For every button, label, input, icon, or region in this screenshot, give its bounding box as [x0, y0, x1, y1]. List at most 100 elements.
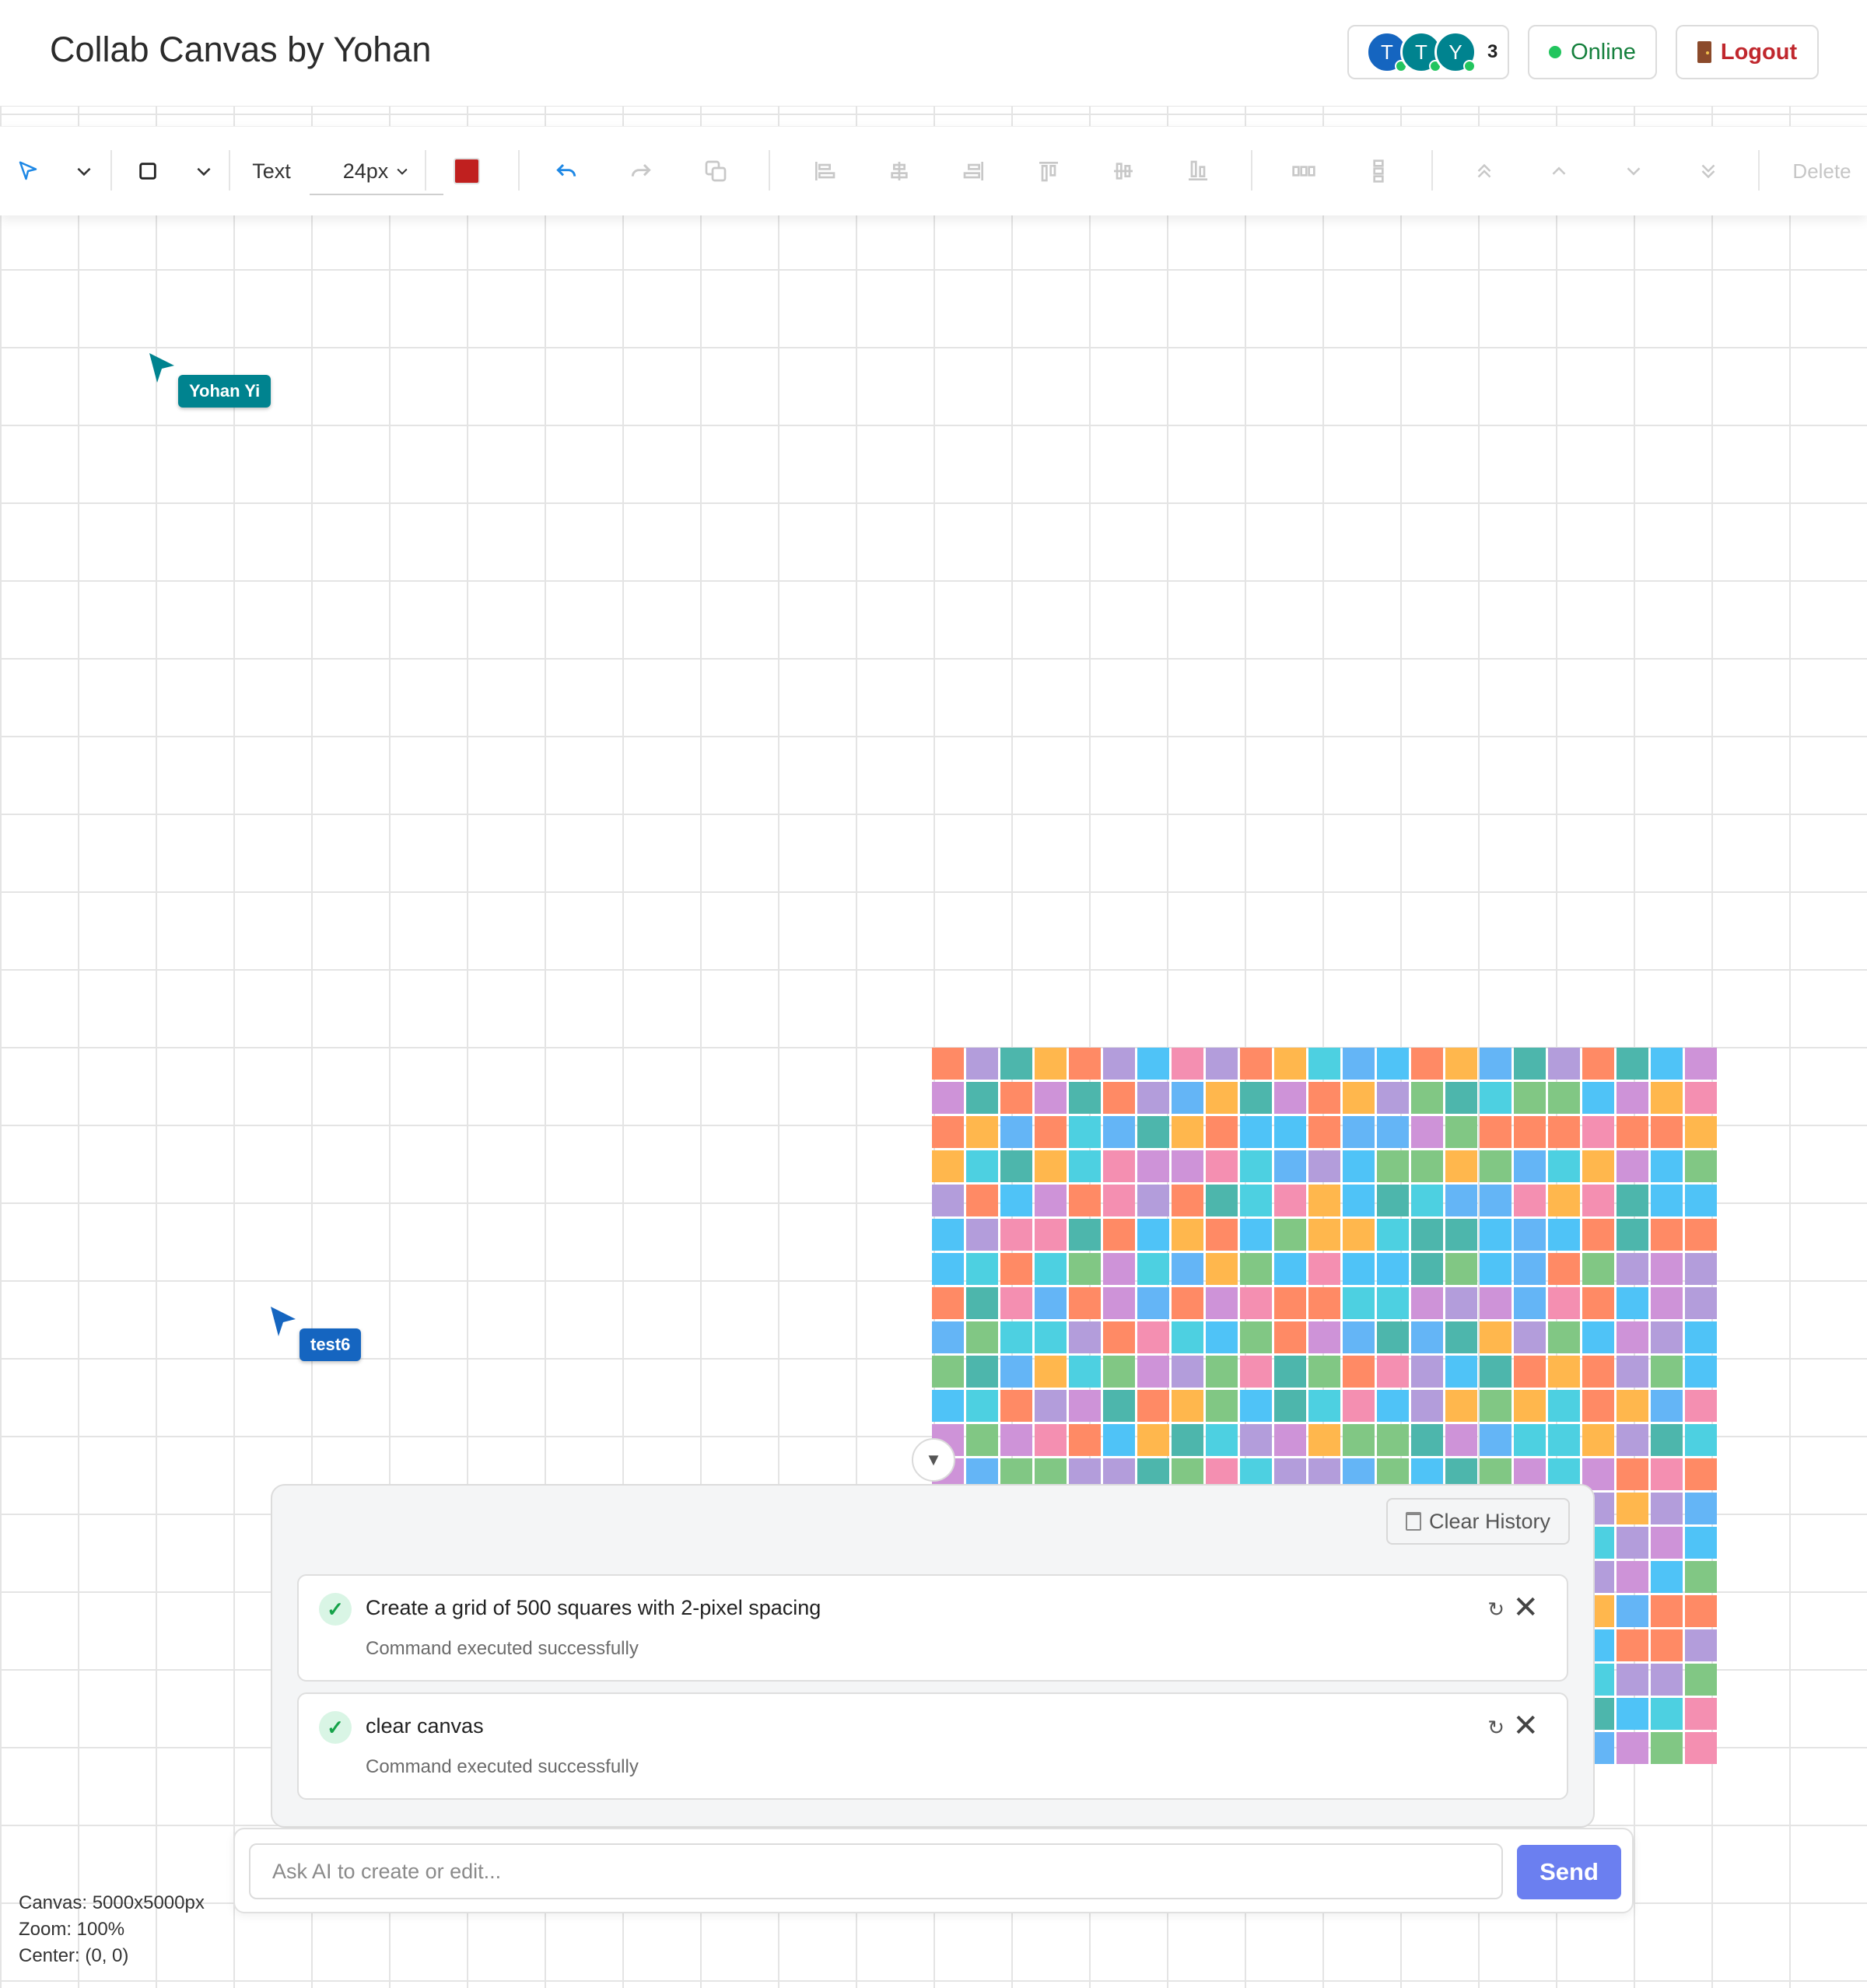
grid-square[interactable] [1514, 1185, 1546, 1216]
grid-square[interactable] [1274, 1150, 1306, 1182]
bring-to-front-button[interactable] [1467, 150, 1501, 192]
grid-square[interactable] [1240, 1287, 1272, 1319]
grid-square[interactable] [1411, 1356, 1443, 1388]
grid-square[interactable] [1514, 1356, 1546, 1388]
grid-square[interactable] [1172, 1048, 1203, 1080]
grid-square[interactable] [1480, 1424, 1511, 1456]
grid-square[interactable] [1343, 1048, 1375, 1080]
grid-square[interactable] [1137, 1356, 1169, 1388]
grid-square[interactable] [1000, 1287, 1032, 1319]
grid-square[interactable] [1343, 1356, 1375, 1388]
grid-square[interactable] [1103, 1150, 1135, 1182]
grid-square[interactable] [1582, 1116, 1614, 1148]
grid-square[interactable] [1651, 1219, 1683, 1251]
grid-square[interactable] [1582, 1321, 1614, 1353]
grid-square[interactable] [1069, 1321, 1101, 1353]
grid-square[interactable] [1035, 1356, 1067, 1388]
grid-square[interactable] [1514, 1424, 1546, 1456]
grid-square[interactable] [1000, 1082, 1032, 1114]
grid-square[interactable] [1480, 1253, 1511, 1285]
grid-square[interactable] [1308, 1219, 1340, 1251]
grid-square[interactable] [1343, 1390, 1375, 1422]
grid-square[interactable] [1651, 1356, 1683, 1388]
grid-square[interactable] [1617, 1287, 1648, 1319]
grid-square[interactable] [1651, 1732, 1683, 1764]
grid-square[interactable] [1617, 1150, 1648, 1182]
grid-square[interactable] [1617, 1116, 1648, 1148]
grid-square[interactable] [1685, 1390, 1717, 1422]
shape-tool-dropdown[interactable] [188, 150, 219, 192]
grid-square[interactable] [1137, 1048, 1169, 1080]
align-top-button[interactable] [1032, 150, 1066, 192]
grid-square[interactable] [1069, 1219, 1101, 1251]
grid-square[interactable] [1685, 1150, 1717, 1182]
grid-square[interactable] [1240, 1219, 1272, 1251]
grid-square[interactable] [1651, 1185, 1683, 1216]
grid-square[interactable] [1274, 1356, 1306, 1388]
grid-square[interactable] [1172, 1253, 1203, 1285]
grid-square[interactable] [1103, 1219, 1135, 1251]
grid-square[interactable] [1651, 1561, 1683, 1593]
grid-square[interactable] [1035, 1048, 1067, 1080]
grid-square[interactable] [966, 1390, 998, 1422]
grid-square[interactable] [1617, 1458, 1648, 1490]
grid-square[interactable] [1035, 1321, 1067, 1353]
grid-square[interactable] [1377, 1219, 1409, 1251]
grid-square[interactable] [1514, 1082, 1546, 1114]
grid-square[interactable] [1617, 1527, 1648, 1559]
grid-square[interactable] [1206, 1356, 1238, 1388]
align-center-button[interactable] [882, 150, 916, 192]
grid-square[interactable] [1103, 1321, 1135, 1353]
grid-square[interactable] [1685, 1527, 1717, 1559]
grid-square[interactable] [1582, 1082, 1614, 1114]
retry-icon[interactable]: ↻ [1487, 1716, 1504, 1740]
grid-square[interactable] [1617, 1493, 1648, 1524]
grid-square[interactable] [1274, 1321, 1306, 1353]
grid-square[interactable] [1240, 1082, 1272, 1114]
grid-square[interactable] [1103, 1356, 1135, 1388]
grid-square[interactable] [1548, 1116, 1580, 1148]
grid-square[interactable] [1411, 1321, 1443, 1353]
grid-square[interactable] [1103, 1048, 1135, 1080]
grid-square[interactable] [1308, 1116, 1340, 1148]
grid-square[interactable] [1240, 1185, 1272, 1216]
grid-square[interactable] [1000, 1390, 1032, 1422]
grid-square[interactable] [1651, 1048, 1683, 1080]
grid-square[interactable] [1651, 1321, 1683, 1353]
grid-square[interactable] [1103, 1390, 1135, 1422]
grid-square[interactable] [1377, 1287, 1409, 1319]
align-bottom-button[interactable] [1181, 150, 1215, 192]
grid-square[interactable] [1685, 1561, 1717, 1593]
grid-square[interactable] [1411, 1287, 1443, 1319]
grid-square[interactable] [1617, 1561, 1648, 1593]
grid-square[interactable] [1685, 1219, 1717, 1251]
grid-square[interactable] [1206, 1424, 1238, 1456]
grid-square[interactable] [1480, 1287, 1511, 1319]
grid-square[interactable] [1274, 1287, 1306, 1319]
align-left-button[interactable] [807, 150, 842, 192]
grid-square[interactable] [1480, 1321, 1511, 1353]
grid-square[interactable] [1617, 1356, 1648, 1388]
grid-square[interactable] [966, 1356, 998, 1388]
grid-square[interactable] [1411, 1219, 1443, 1251]
grid-square[interactable] [1274, 1185, 1306, 1216]
grid-square[interactable] [1274, 1082, 1306, 1114]
grid-square[interactable] [1000, 1150, 1032, 1182]
grid-square[interactable] [1172, 1116, 1203, 1148]
grid-square[interactable] [1617, 1082, 1648, 1114]
grid-square[interactable] [1377, 1321, 1409, 1353]
clear-history-button[interactable]: Clear History [1386, 1498, 1570, 1545]
grid-square[interactable] [1480, 1390, 1511, 1422]
grid-square[interactable] [1548, 1185, 1580, 1216]
bring-forward-button[interactable] [1542, 150, 1576, 192]
grid-square[interactable] [1685, 1082, 1717, 1114]
grid-square[interactable] [966, 1219, 998, 1251]
grid-square[interactable] [1617, 1321, 1648, 1353]
grid-square[interactable] [1445, 1116, 1477, 1148]
grid-square[interactable] [1685, 1116, 1717, 1148]
grid-square[interactable] [1343, 1116, 1375, 1148]
grid-square[interactable] [1240, 1048, 1272, 1080]
grid-square[interactable] [1445, 1287, 1477, 1319]
grid-square[interactable] [1240, 1356, 1272, 1388]
grid-square[interactable] [1172, 1287, 1203, 1319]
